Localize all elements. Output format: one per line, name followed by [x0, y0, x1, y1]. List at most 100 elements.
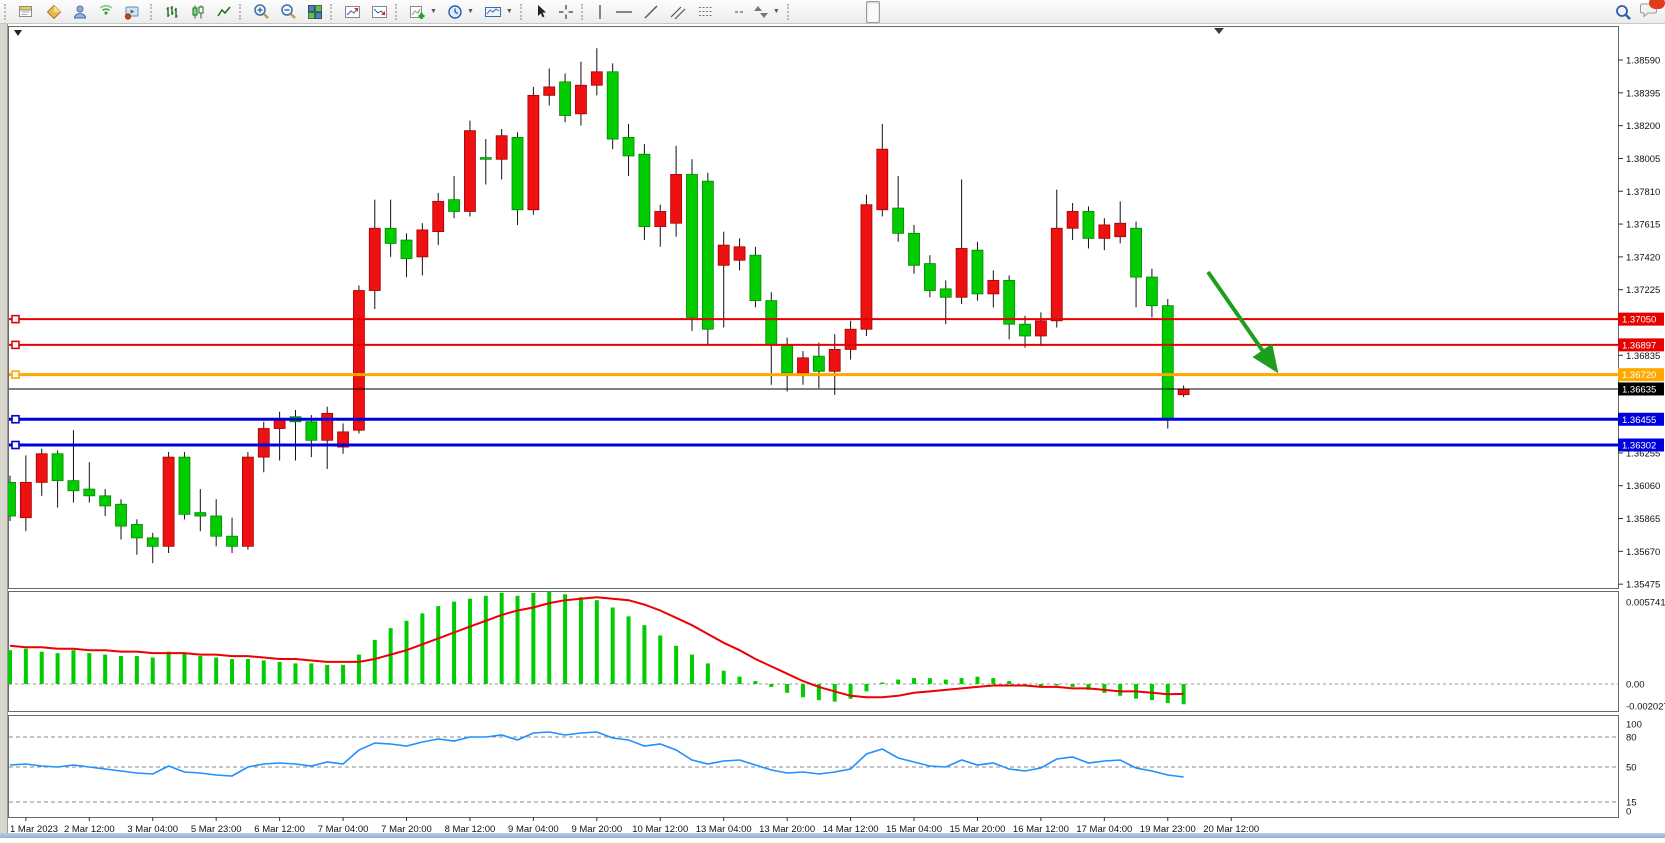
candle [512, 137, 523, 209]
text-tool-button[interactable] [720, 1, 730, 23]
price-tag: 1.36302 [1618, 439, 1664, 452]
svg-text:1.38395: 1.38395 [1626, 88, 1660, 99]
svg-text:1.36635: 1.36635 [1622, 384, 1656, 395]
cursor-tool-button[interactable] [529, 1, 553, 23]
vertical-line-tool-button[interactable] [590, 1, 610, 23]
toolbar-grip[interactable] [787, 4, 794, 20]
tile-windows-button[interactable] [302, 1, 328, 23]
tab-timeframe-m5[interactable] [810, 1, 824, 23]
price-tag: 1.36455 [1618, 413, 1664, 426]
signal-icon [98, 4, 114, 20]
tab-timeframe-m1[interactable] [796, 1, 810, 23]
period-button[interactable]: ▼ [442, 1, 479, 23]
candle [433, 201, 444, 231]
candle [242, 457, 253, 546]
horizontal-line-icon [615, 4, 633, 20]
candle [1004, 280, 1015, 324]
candle [449, 200, 460, 212]
candle [1067, 211, 1078, 228]
candle [623, 137, 634, 156]
candle [163, 457, 174, 546]
dropdown-caret-icon: ▼ [467, 8, 474, 15]
toolbar-grip[interactable] [330, 4, 337, 20]
candle [1020, 324, 1031, 336]
svg-text:1.35670: 1.35670 [1626, 547, 1660, 558]
profiles-button[interactable] [67, 1, 93, 23]
candle [909, 233, 920, 265]
candle [686, 174, 697, 317]
tab-timeframe-mn[interactable] [908, 1, 922, 23]
new-order-button[interactable] [13, 1, 41, 23]
bar-chart-icon [164, 4, 180, 20]
candle [1178, 389, 1189, 395]
toolbar-grip[interactable] [239, 4, 246, 20]
candle [179, 457, 190, 514]
candle-chart-button[interactable] [185, 1, 211, 23]
svg-text:1.36302: 1.36302 [1622, 441, 1656, 452]
indicator-window-button[interactable] [339, 1, 366, 23]
search-icon[interactable] [1615, 4, 1632, 21]
line-anchor-handle [12, 371, 19, 378]
svg-text:1.37225: 1.37225 [1626, 285, 1660, 296]
fibonacci-tool-button[interactable] [692, 1, 720, 23]
candle [591, 72, 602, 85]
auto-trading-button[interactable] [119, 1, 148, 23]
tab-timeframe-h4[interactable] [866, 1, 880, 23]
candle [369, 228, 380, 290]
tab-timeframe-w1[interactable] [894, 1, 908, 23]
candle [782, 344, 793, 373]
candle [322, 413, 333, 440]
trendline-tool-button[interactable] [638, 1, 664, 23]
window-bottom-edge [0, 833, 1665, 838]
crosshair-tool-button[interactable] [553, 1, 579, 23]
candle [940, 289, 951, 297]
candle [718, 245, 729, 265]
tab-timeframe-m30[interactable] [838, 1, 852, 23]
toolbar-grip[interactable] [4, 4, 11, 20]
candle [417, 230, 428, 257]
candle [607, 72, 618, 139]
bar-chart-button[interactable] [159, 1, 185, 23]
clock-icon [447, 4, 463, 20]
text-label-tool-button[interactable] [730, 1, 748, 23]
tab-timeframe-h1[interactable] [852, 1, 866, 23]
market-watch-button[interactable] [41, 1, 67, 23]
zoom-in-button[interactable] [248, 1, 275, 23]
candle [1035, 321, 1046, 336]
candle [20, 482, 31, 517]
toolbar-grip[interactable] [150, 4, 157, 20]
indicator-subwindow-button[interactable] [366, 1, 393, 23]
candle [639, 154, 650, 226]
candle [480, 158, 491, 160]
candle [702, 181, 713, 329]
zoom-out-button[interactable] [275, 1, 302, 23]
candle [131, 524, 142, 537]
toolbar-grip[interactable] [395, 4, 402, 20]
svg-text:1.36720: 1.36720 [1622, 370, 1656, 381]
line-chart-icon [216, 4, 232, 20]
candle [671, 174, 682, 223]
templates-button[interactable]: ▼ [479, 1, 518, 23]
tab-timeframe-d1[interactable] [880, 1, 894, 23]
notifications-button[interactable] [1640, 1, 1659, 23]
price-chart-canvas[interactable]: 1.385901.383951.382001.380051.378101.376… [8, 24, 1665, 834]
channel-tool-button[interactable] [664, 1, 692, 23]
add-indicator-button[interactable]: ▼ [404, 1, 442, 23]
chart-arrow-icon [344, 4, 361, 20]
line-chart-button[interactable] [211, 1, 237, 23]
toolbar-grip[interactable] [581, 4, 588, 20]
candle [116, 504, 127, 526]
signals-button[interactable] [93, 1, 119, 23]
horizontal-line-tool-button[interactable] [610, 1, 638, 23]
line-anchor-handle [12, 416, 19, 423]
dropdown-caret-icon: ▼ [506, 8, 513, 15]
arrows-tool-button[interactable]: ▼ [748, 1, 785, 23]
new-order-icon [18, 4, 33, 19]
candle [798, 358, 809, 373]
candle [147, 538, 158, 546]
candle [877, 149, 888, 210]
toolbar-grip[interactable] [520, 4, 527, 20]
tab-timeframe-m15[interactable] [824, 1, 838, 23]
chart-menu-triangle-icon[interactable] [14, 30, 22, 36]
svg-text:100: 100 [1626, 720, 1642, 731]
